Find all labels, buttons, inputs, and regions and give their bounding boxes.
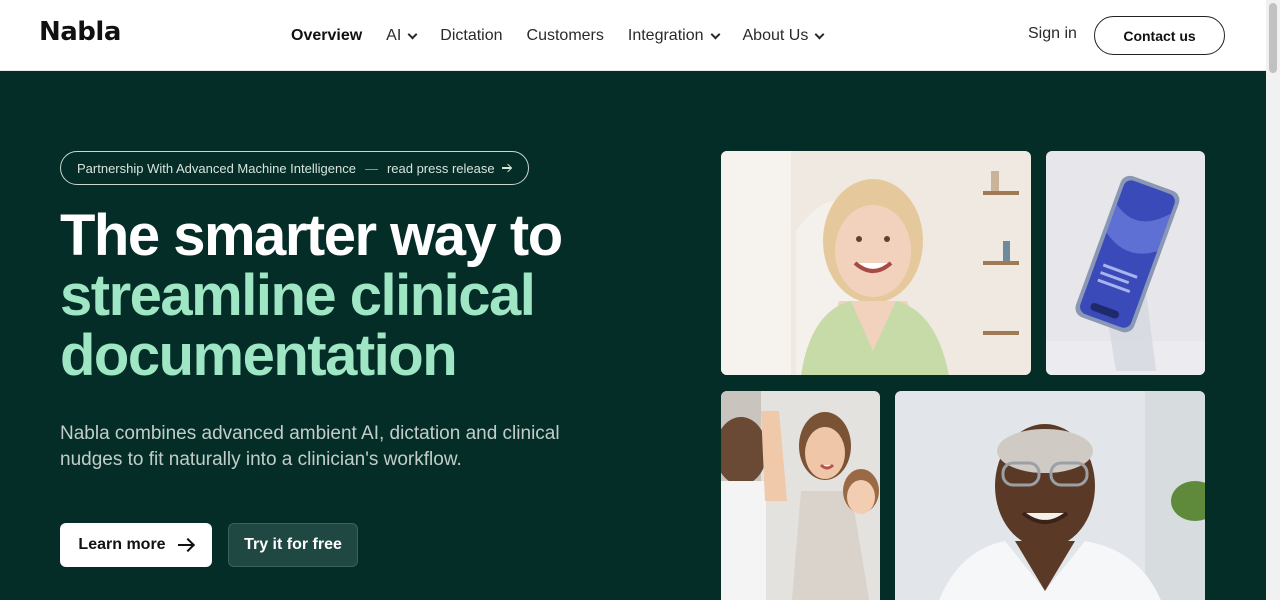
patient-high-five-photo [721,391,880,600]
hero-subtext: Nabla combines advanced ambient AI, dict… [60,423,560,470]
nabla-logo[interactable]: Nabla [39,17,121,47]
clinician-woman-photo [721,151,1031,375]
announcement-text: Partnership With Advanced Machine Intell… [77,160,356,176]
nav-item-dictation[interactable]: Dictation [440,27,502,45]
headline-line-2: streamline clinical documentation [60,263,536,388]
nav-label: Overview [291,27,363,44]
nav-label: Dictation [440,27,503,44]
contact-us-button[interactable]: Contact us [1094,16,1225,55]
sign-in-link[interactable]: Sign in [1028,25,1077,43]
arrow-right-icon [501,164,512,172]
nav-item-customers[interactable]: Customers [527,27,604,45]
chevron-down-icon [710,29,720,39]
chevron-down-icon [407,29,418,39]
press-release-link[interactable]: read press release [387,161,495,176]
announcement-pill[interactable]: Partnership With Advanced Machine Intell… [60,151,529,185]
site-header: Nabla Overview AI Dictation Customers In… [0,0,1266,71]
scrollbar-thumb[interactable] [1269,3,1277,73]
nav-item-about-us[interactable]: About Us [742,27,825,45]
hero-headline: The smarter way to streamline clinical d… [60,206,680,386]
chevron-down-icon [814,29,825,39]
page-scrollbar[interactable] [1266,0,1280,600]
main-nav: Overview AI Dictation Customers Integrat… [291,24,847,48]
nav-label: Customers [526,27,604,44]
nav-item-overview[interactable]: Overview [291,27,362,45]
nav-item-integration[interactable]: Integration [627,27,720,45]
learn-more-button[interactable]: Learn more [60,523,212,567]
learn-more-label: Learn more [78,536,166,553]
arrow-right-icon [177,539,194,551]
phone-on-stand-photo [1046,151,1205,375]
try-free-button[interactable]: Try it for free [228,523,358,567]
nav-label: About Us [742,27,809,44]
announcement-separator: — [364,160,378,176]
nav-label: AI [386,27,402,44]
doctor-portrait-photo [895,391,1205,600]
nav-item-ai[interactable]: AI [386,27,418,45]
headline-line-1: The smarter way to [60,203,563,268]
nav-label: Integration [627,27,704,44]
